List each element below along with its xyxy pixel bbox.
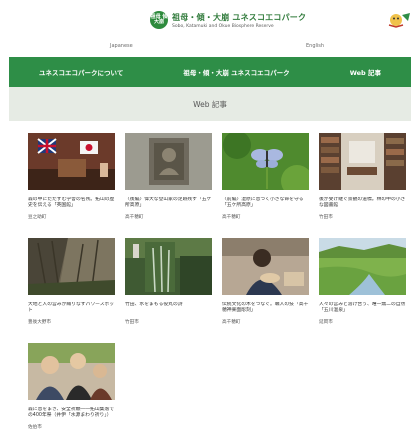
article-author: 延岡市 — [319, 320, 333, 325]
article-title[interactable]: 〈前編〉湿原に息づく小さな命を守る「五ケ所高原」 — [222, 197, 309, 210]
article-title[interactable]: 森に息をまき、安全祈願――拓山集落での400年祭（井伊「水源まわり祈り」） — [28, 407, 115, 420]
article-title[interactable]: 森の中にたたずむ学舎の名残。拓山の歴史を伝える「英国館」 — [28, 197, 115, 210]
article-card[interactable]: 人々の営みと溶け合う、唯一無二の自然「五川温泉」 延岡市 — [319, 238, 406, 325]
article-card[interactable]: 森に息をまき、安全祈願――拓山集落での400年祭（井伊「水源まわり祈り」） 佐伯… — [28, 343, 115, 430]
article-author: 豆之助町 — [28, 215, 47, 220]
article-card[interactable]: 大地と人の営みが織りなすパワースポット 豊後大野市 — [28, 238, 115, 325]
page-title: Web 記事 — [193, 99, 227, 109]
lang-japanese-link[interactable]: Japanese — [110, 43, 133, 49]
article-author: 佐伯市 — [28, 425, 42, 430]
site-header: 祖母 傾 大崩 祖母・傾・大崩 ユネスコエコパーク Sobo, Katamuki… — [0, 0, 420, 38]
main-nav: ユネスコエコパークについて 祖母・傾・大崩 ユネスコエコパーク Web 記事 — [9, 57, 411, 87]
article-thumbnail[interactable] — [125, 238, 212, 295]
article-card[interactable]: 伝統文化の木をつなぐ。職人の技「高千穂神楽面彫刻」 高千穂町 — [222, 238, 309, 325]
article-author: 竹田市 — [319, 215, 333, 220]
article-card[interactable]: 竹田、水をまもる役丸の詩 竹田市 — [125, 238, 212, 325]
article-card[interactable]: 森の中にたたずむ学舎の名残。拓山の歴史を伝える「英国館」 豆之助町 — [28, 133, 115, 220]
article-thumbnail[interactable] — [222, 131, 313, 197]
article-card[interactable]: 〈前編〉湿原に息づく小さな命を守る「五ケ所高原」 高千穂町 — [222, 131, 313, 220]
page-title-band: Web 記事 — [9, 87, 411, 121]
article-title[interactable]: 伝統文化の木をつなぐ。職人の技「高千穂神楽面彫刻」 — [222, 302, 309, 315]
lang-english-link[interactable]: English — [306, 43, 324, 49]
article-author: 高千穂町 — [222, 320, 241, 325]
mascot-icon — [388, 13, 410, 28]
article-title[interactable]: 竹田、水をまもる役丸の詩 — [125, 302, 212, 315]
nav-item-web-articles[interactable]: Web 記事 — [350, 67, 381, 77]
article-thumbnail[interactable] — [319, 238, 406, 295]
article-author: 高千穂町 — [125, 215, 144, 220]
article-card[interactable]: 〈後編〉偉大な登山家の足跡残す「五ケ所高原」 高千穂町 — [125, 133, 212, 220]
article-thumbnail[interactable] — [28, 238, 115, 295]
article-thumbnail[interactable] — [222, 238, 309, 295]
article-thumbnail[interactable] — [319, 133, 406, 190]
article-thumbnail[interactable] — [28, 343, 115, 400]
site-logo[interactable]: 祖母 傾 大崩 祖母・傾・大崩 ユネスコエコパーク Sobo, Katamuki… — [150, 11, 306, 29]
nav-item-reserve[interactable]: 祖母・傾・大崩 ユネスコエコパーク — [183, 67, 289, 77]
logo-text: 祖母・傾・大崩 ユネスコエコパーク Sobo, Katamuki and Oku… — [172, 12, 306, 29]
article-title[interactable]: 人々の営みと溶け合う、唯一無二の自然「五川温泉」 — [319, 302, 406, 315]
nav-item-about[interactable]: ユネスコエコパークについて — [39, 67, 123, 77]
article-author: 高千穂町 — [222, 215, 241, 220]
article-author: 豊後大野市 — [28, 320, 51, 325]
article-title[interactable]: 〈後編〉偉大な登山家の足跡残す「五ケ所高原」 — [125, 197, 212, 210]
logo-badge: 祖母 傾 大崩 — [150, 11, 168, 29]
article-thumbnail[interactable] — [125, 133, 212, 190]
logo-title: 祖母・傾・大崩 ユネスコエコパーク — [172, 12, 307, 22]
article-author: 竹田市 — [125, 320, 139, 325]
article-card[interactable]: 後が受け継ぐ景観の道標。林の中の小さな図書館 竹田市 — [319, 133, 406, 220]
article-thumbnail[interactable] — [28, 133, 115, 190]
logo-subtitle: Sobo, Katamuki and Okue Biosphere Reserv… — [172, 23, 274, 29]
article-title[interactable]: 大地と人の営みが織りなすパワースポット — [28, 302, 115, 315]
article-title[interactable]: 後が受け継ぐ景観の道標。林の中の小さな図書館 — [319, 197, 406, 210]
